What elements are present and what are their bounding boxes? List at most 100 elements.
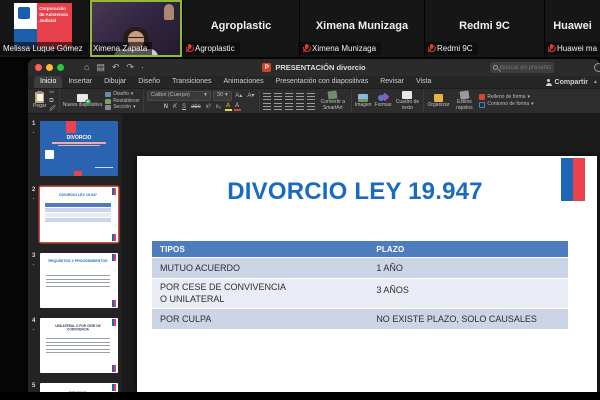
table-row[interactable]: POR CESE DE CONVIVENCIA O UNILATERAL 3 A… <box>152 279 568 309</box>
align-right-icon[interactable] <box>284 102 293 110</box>
thumb-flag-icon <box>112 365 116 372</box>
participant-tile-redmi[interactable]: Redmi 9C Redmi 9C <box>425 0 545 57</box>
insert-textbox-button[interactable]: Cuadro de texto <box>394 91 420 111</box>
participant-tile-huawei[interactable]: Huawei Huawei ma <box>545 0 600 57</box>
slide-number: 4 <box>32 318 36 324</box>
slide-5-entry: 5 POR CULPA <box>28 383 122 392</box>
layout-button[interactable]: Diseño ▾ <box>105 92 140 97</box>
justify-icon[interactable] <box>295 102 304 110</box>
insert-group: Imagen Formas Cuadro de texto <box>352 90 425 112</box>
strikethrough-button[interactable]: abc <box>190 104 203 110</box>
reset-button[interactable]: Restablecer <box>105 98 140 104</box>
flag-red-half <box>573 158 585 201</box>
shape-outline-button[interactable]: Contorno de forma ▾ <box>479 101 534 108</box>
font-name-select[interactable]: Calibri (Cuerpo) ▾ <box>146 91 211 101</box>
collapse-ribbon-icon[interactable]: ▴ <box>594 78 597 85</box>
italic-button[interactable]: K <box>171 104 178 110</box>
underline-button[interactable]: S <box>181 104 188 110</box>
thumb-logo <box>45 150 54 159</box>
search-box[interactable] <box>490 62 554 73</box>
section-button[interactable]: Sección ▾ <box>105 105 140 110</box>
copy-icon[interactable]: ⧉ <box>49 98 55 104</box>
indent-decrease-icon[interactable] <box>284 92 293 100</box>
font-size-select[interactable]: 30 ▾ <box>212 91 232 101</box>
highlight-color-button[interactable]: A <box>224 103 232 111</box>
superscript-button[interactable]: x² <box>204 104 212 110</box>
shrink-font-icon[interactable]: A▾ <box>246 93 256 99</box>
format-group: Organizar Estilos rápidos Relleno de for… <box>424 90 536 112</box>
current-slide[interactable]: DIVORCIO LEY 19.947 TIPOS PLAZO MUTUO AC… <box>137 156 597 392</box>
slide-1-thumbnail[interactable]: DIVORCIO <box>40 121 118 176</box>
shape-fill-icon <box>479 94 486 101</box>
muted-mic-icon <box>302 44 311 53</box>
quick-styles-button[interactable]: Estilos rápidos <box>452 90 476 111</box>
columns-icon[interactable] <box>306 102 315 110</box>
participant-name-label: Ximena Munizaga <box>300 42 382 55</box>
chevron-down-icon: ▾ <box>531 101 534 108</box>
tab-transiciones[interactable]: Transiciones <box>166 76 217 88</box>
arrange-button[interactable]: Organizar <box>427 93 449 109</box>
insert-image-button[interactable]: Imagen <box>355 93 372 109</box>
background-lamp <box>164 4 174 20</box>
participant-tile-ximena-zapata[interactable]: Ximena Zapata <box>90 0 183 57</box>
tab-presentacion[interactable]: Presentación con diapositivas <box>270 76 375 88</box>
redo-icon[interactable]: ↷ <box>127 63 135 72</box>
subscript-button[interactable]: x₂ <box>214 104 222 110</box>
search-input[interactable] <box>500 64 551 71</box>
tab-insertar[interactable]: Insertar <box>62 76 98 88</box>
quick-styles-icon <box>459 90 470 100</box>
slide-3-thumbnail[interactable]: REQUISITOS Y PROCEDIMIENTOS <box>40 253 118 308</box>
bold-button[interactable]: N <box>162 104 169 110</box>
tab-dibujar[interactable]: Dibujar <box>98 76 132 88</box>
new-slide-button[interactable]: + Nueva diapositiva <box>63 93 102 109</box>
minimize-window-button[interactable] <box>46 64 53 71</box>
save-icon[interactable]: ▤ <box>96 63 105 72</box>
tab-revisar[interactable]: Revisar <box>374 76 410 88</box>
tab-vista[interactable]: Vista <box>410 76 437 88</box>
thumb-flag-icon <box>112 319 116 326</box>
tab-animaciones[interactable]: Animaciones <box>218 76 270 88</box>
participant-tile-agroplastic[interactable]: Agroplastic Agroplastic <box>183 0 300 57</box>
slide-5-thumbnail[interactable]: POR CULPA <box>40 383 118 392</box>
participant-tile-ximena-munizaga[interactable]: Ximena Munizaga Ximena Munizaga <box>300 0 425 57</box>
slide-4-entry: 4 ⋆ UNILATERAL O POR CESE DE CONVIVENCIA <box>28 318 122 374</box>
paste-clipboard-icon <box>35 90 45 104</box>
line-spacing-icon[interactable] <box>306 92 315 100</box>
ribbon: Pegar ✂ ⧉ 🖉 + Nueva diapositiva Diseño ▾… <box>28 89 600 114</box>
table-row[interactable]: MUTUO ACUERDO 1 AÑO <box>152 258 568 279</box>
bullets-icon[interactable] <box>262 92 271 100</box>
shape-fill-button[interactable]: Relleno de forma ▾ <box>479 94 533 101</box>
tab-inicio[interactable]: Inicio <box>34 76 63 88</box>
paste-button[interactable]: Pegar <box>33 90 46 110</box>
feedback-icon[interactable] <box>594 63 600 72</box>
participant-name-text: Melissa Luque Gómez <box>3 44 83 53</box>
insert-shapes-button[interactable]: Formas <box>375 92 391 109</box>
caj-line-3: Judicial <box>39 18 56 23</box>
numbering-icon[interactable] <box>273 92 282 100</box>
table-row[interactable]: POR CULPA NO EXISTE PLAZO, SOLO CAUSALES <box>152 309 568 330</box>
share-button[interactable]: Compartir <box>545 79 588 86</box>
slide-title[interactable]: DIVORCIO LEY 19.947 <box>137 178 573 206</box>
grow-font-icon[interactable]: A▴ <box>234 93 244 99</box>
table-cell-tipo: POR CULPA <box>160 314 212 324</box>
font-color-button[interactable]: A <box>233 103 241 111</box>
close-window-button[interactable] <box>35 64 42 71</box>
customize-toolbar-icon[interactable]: · <box>141 63 144 72</box>
undo-icon[interactable]: ↶ <box>112 63 120 72</box>
cut-icon[interactable]: ✂ <box>49 90 55 96</box>
indent-increase-icon[interactable] <box>295 92 304 100</box>
align-left-icon[interactable] <box>262 102 271 110</box>
participant-tile-melissa[interactable]: Corporación de Asistencia Judicial Melis… <box>0 0 90 57</box>
format-painter-icon[interactable]: 🖉 <box>49 106 55 112</box>
slide-table[interactable]: TIPOS PLAZO MUTUO ACUERDO 1 AÑO POR CESE… <box>152 241 568 330</box>
tab-diseno[interactable]: Diseño <box>132 76 166 88</box>
muted-mic-icon <box>547 44 556 53</box>
share-label: Compartir <box>554 79 588 86</box>
slide-2-thumbnail-selected[interactable]: DIVORCIO LEY 19.947 <box>40 187 118 242</box>
slide-4-thumbnail[interactable]: UNILATERAL O POR CESE DE CONVIVENCIA <box>40 318 118 373</box>
home-icon[interactable]: ⌂ <box>84 63 89 72</box>
align-center-icon[interactable] <box>273 102 282 110</box>
smartart-button[interactable]: Convertir a SmartArt <box>318 90 348 111</box>
maximize-window-button[interactable] <box>57 64 64 71</box>
table-header-plazo: PLAZO <box>376 244 405 254</box>
